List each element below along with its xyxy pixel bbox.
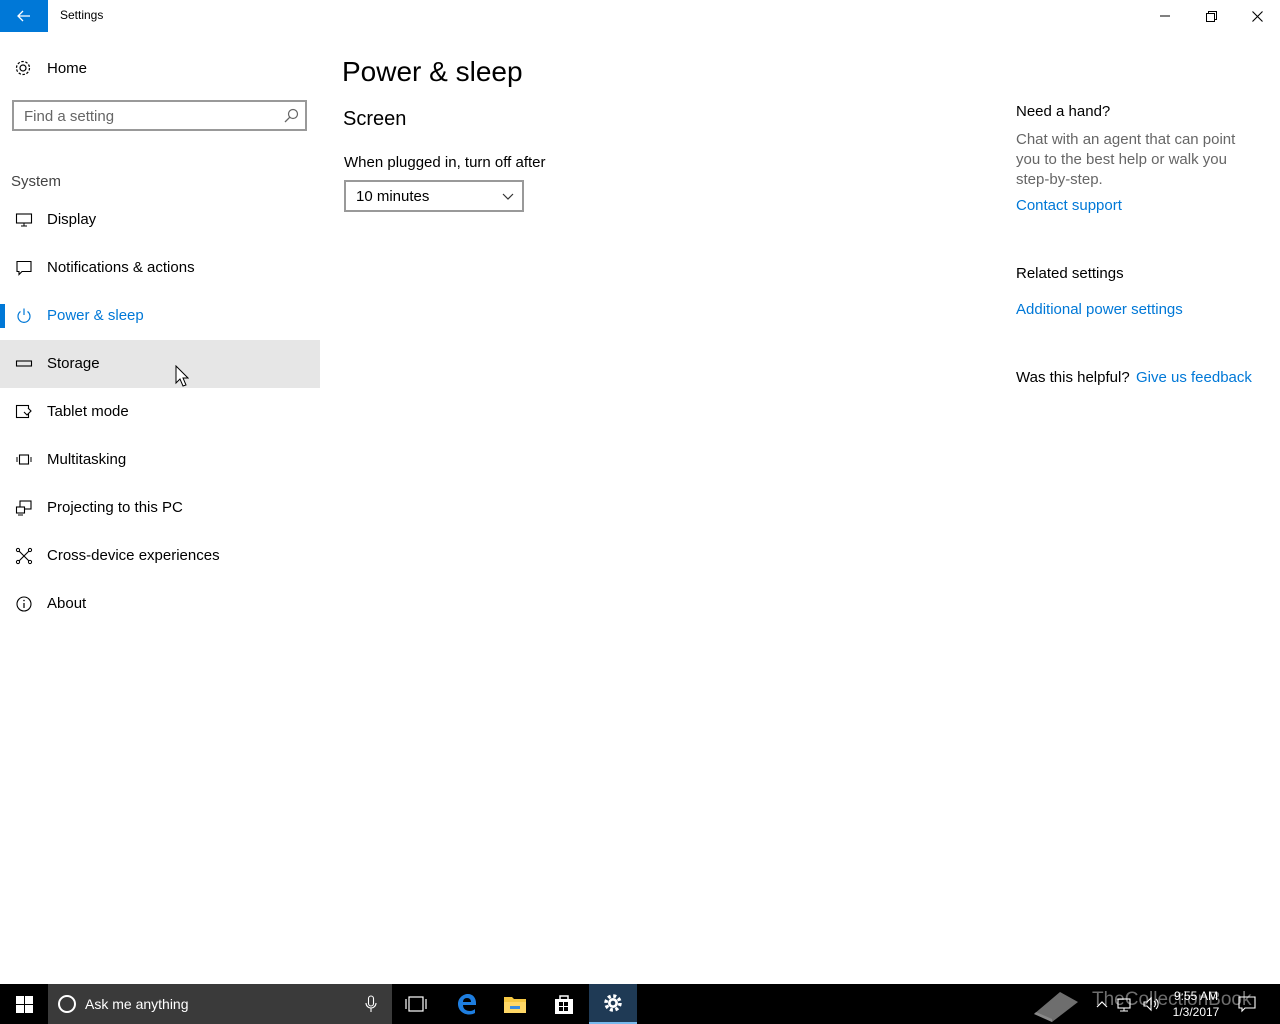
plugged-in-label: When plugged in, turn off after: [344, 154, 546, 171]
task-view-button[interactable]: [392, 984, 440, 1024]
help-text: Chat with an agent that can point you to…: [1016, 131, 1236, 188]
sidebar-item-display[interactable]: Display: [0, 196, 320, 244]
window-title: Settings: [60, 8, 104, 22]
close-button[interactable]: [1234, 0, 1280, 32]
store-icon: [555, 995, 573, 1014]
settings-taskbar-button[interactable]: [589, 984, 637, 1024]
sidebar-item-label: Display: [47, 211, 97, 228]
sidebar-item-label: About: [47, 595, 87, 612]
section-title-screen: Screen: [343, 108, 407, 130]
screen-timeout-dropdown[interactable]: 10 minutes: [344, 180, 524, 212]
give-feedback-link[interactable]: Give us feedback: [1136, 369, 1252, 386]
sidebar-item-cross-device[interactable]: Cross-device experiences: [0, 532, 320, 580]
tablet-mode-icon: [15, 404, 32, 419]
show-hidden-icons-icon[interactable]: [1095, 994, 1109, 1014]
gear-icon: [15, 60, 31, 76]
minimize-button[interactable]: [1142, 0, 1188, 32]
title-bar: Settings: [0, 0, 1280, 32]
file-explorer-button[interactable]: [491, 984, 539, 1024]
taskbar: Ask me anything TheCollectionBook 9:55 A…: [0, 984, 1280, 1024]
book-logo-icon: [1034, 992, 1078, 1022]
back-button[interactable]: [0, 0, 48, 32]
search-input[interactable]: [24, 106, 279, 126]
help-heading: Need a hand?: [1016, 103, 1111, 120]
sidebar-item-notifications[interactable]: Notifications & actions: [0, 244, 320, 292]
home-label: Home: [47, 60, 88, 77]
search-box[interactable]: [12, 100, 307, 131]
restore-button[interactable]: [1188, 0, 1234, 32]
info-icon: [16, 596, 32, 612]
sidebar-item-label: Multitasking: [47, 451, 127, 468]
sidebar-item-label: Notifications & actions: [47, 259, 195, 276]
sidebar-item-about[interactable]: About: [0, 580, 320, 628]
dropdown-value: 10 minutes: [356, 188, 430, 205]
folder-icon: [504, 997, 526, 1013]
volume-icon[interactable]: [1142, 994, 1162, 1014]
sidebar-item-multitasking[interactable]: Multitasking: [0, 436, 320, 484]
cross-device-icon: [15, 547, 33, 565]
sidebar-item-label: Power & sleep: [47, 307, 144, 324]
storage-icon: [15, 360, 33, 367]
network-icon[interactable]: [1116, 994, 1136, 1014]
sidebar-item-label: Cross-device experiences: [47, 547, 220, 564]
cortana-search-box[interactable]: Ask me anything: [48, 984, 392, 1024]
notification-icon: [16, 260, 32, 276]
task-view-icon: [405, 996, 427, 1012]
contact-support-link[interactable]: Contact support: [1016, 197, 1122, 214]
action-center-icon[interactable]: [1238, 994, 1256, 1014]
sidebar: Home System Display Notifications & acti…: [0, 32, 320, 984]
close-icon: [1251, 10, 1263, 22]
sidebar-item-label: Projecting to this PC: [47, 499, 183, 516]
store-button[interactable]: [540, 984, 588, 1024]
sidebar-item-storage[interactable]: Storage: [0, 340, 320, 388]
sidebar-item-projecting[interactable]: Projecting to this PC: [0, 484, 320, 532]
microphone-icon[interactable]: [364, 995, 378, 1013]
clock-time: 9:55 AM: [1173, 989, 1219, 1003]
cortana-search-text: Ask me anything: [85, 996, 189, 1012]
chevron-down-icon: [502, 193, 514, 200]
sidebar-item-label: Storage: [47, 355, 100, 372]
page-title: Power & sleep: [342, 56, 523, 87]
monitor-icon: [15, 213, 33, 227]
start-button[interactable]: [0, 984, 48, 1024]
helpful-label: Was this helpful?: [1016, 369, 1130, 386]
minimize-icon: [1160, 15, 1170, 17]
sidebar-item-home[interactable]: Home: [0, 52, 320, 84]
power-icon: [17, 308, 31, 323]
gear-icon: [604, 994, 622, 1012]
related-settings-heading: Related settings: [1016, 265, 1124, 282]
edge-button[interactable]: [443, 984, 491, 1024]
cortana-icon: [58, 995, 76, 1013]
group-label-system: System: [11, 173, 62, 190]
mouse-cursor-icon: [175, 365, 189, 387]
clock[interactable]: 9:55 AM 1/3/2017: [1166, 988, 1226, 1020]
windows-logo-icon: [15, 995, 33, 1013]
additional-power-settings-link[interactable]: Additional power settings: [1016, 301, 1183, 318]
sidebar-item-label: Tablet mode: [47, 403, 129, 420]
sidebar-item-power-sleep[interactable]: Power & sleep: [0, 292, 320, 340]
clock-date: 1/3/2017: [1172, 1005, 1220, 1019]
multitasking-icon: [16, 454, 32, 465]
back-arrow-icon: [17, 10, 30, 22]
projecting-icon: [15, 500, 32, 516]
restore-icon: [1205, 10, 1217, 22]
edge-icon: [458, 994, 476, 1015]
search-icon[interactable]: [284, 108, 299, 123]
sidebar-item-tablet-mode[interactable]: Tablet mode: [0, 388, 320, 436]
